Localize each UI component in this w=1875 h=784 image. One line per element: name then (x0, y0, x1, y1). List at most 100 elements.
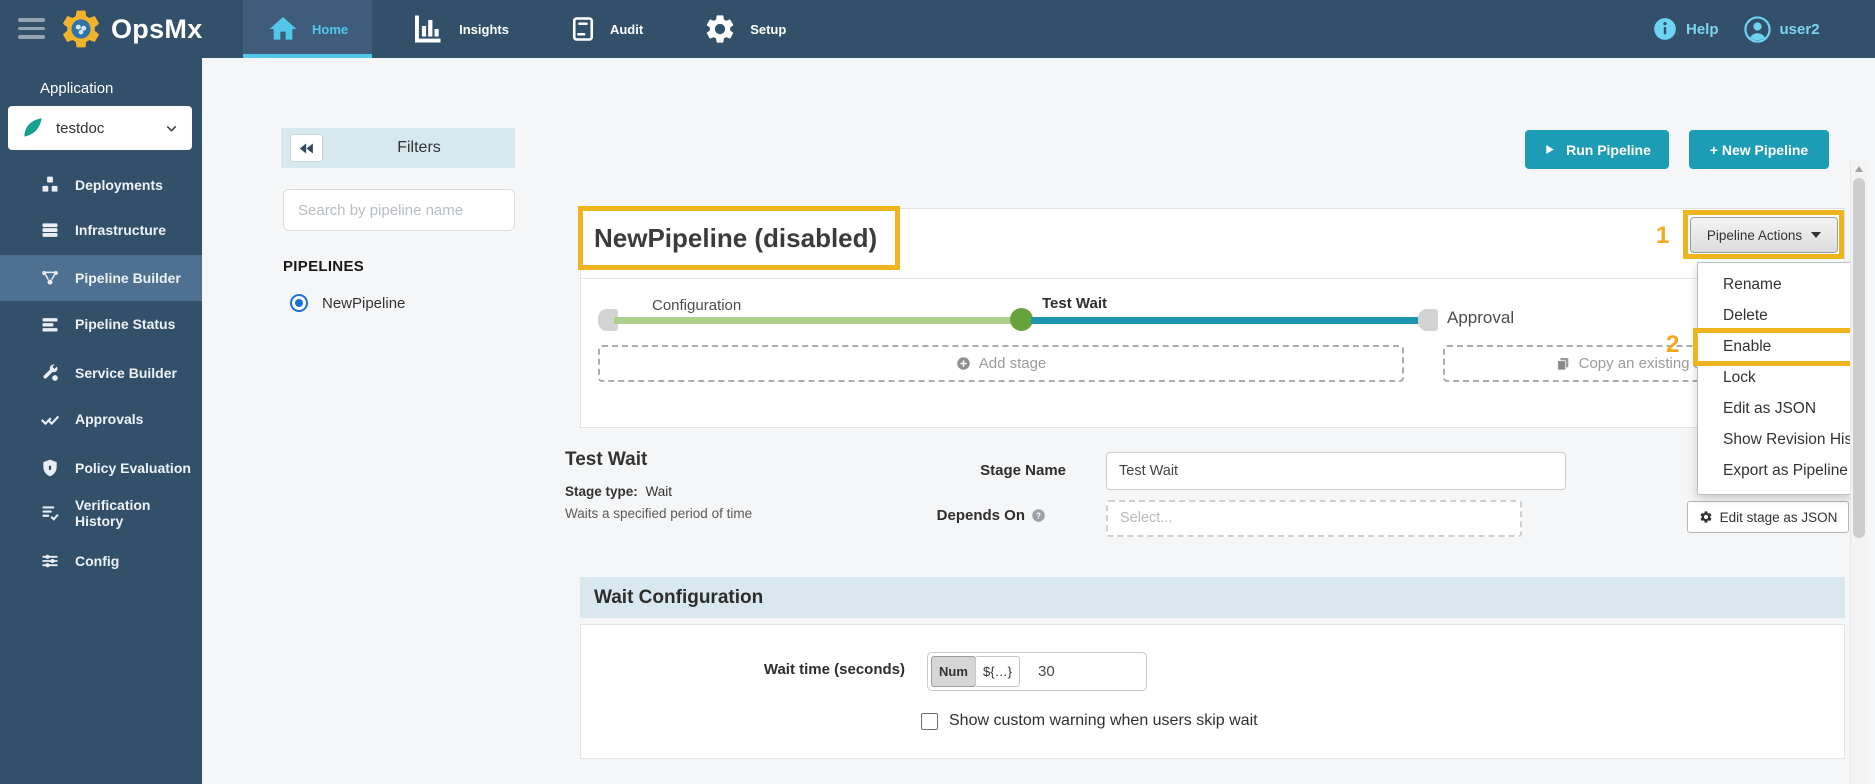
sidebar-item-approvals[interactable]: Approvals (0, 396, 202, 442)
stage-node-test-wait[interactable] (1010, 308, 1033, 331)
stage-node-approval[interactable] (1418, 309, 1438, 331)
run-pipeline-button[interactable]: Run Pipeline (1525, 130, 1669, 169)
add-stage-label: Add stage (978, 355, 1047, 372)
help-button[interactable]: Help (1652, 16, 1719, 42)
pipeline-name-label: NewPipeline (322, 294, 406, 312)
gear-icon (1700, 511, 1712, 523)
pipeline-actions-button[interactable]: Pipeline Actions (1690, 217, 1838, 253)
tab-home[interactable]: Home (243, 0, 373, 58)
tab-audit[interactable]: Audit (545, 0, 667, 58)
pipeline-list-item-newpipeline[interactable]: NewPipeline (290, 294, 405, 312)
rewind-collapse-icon (299, 143, 313, 153)
sidebar-item-deployments[interactable]: Deployments (0, 162, 202, 208)
menu-item-lock[interactable]: Lock (1698, 362, 1851, 393)
selected-application: testdoc (56, 119, 105, 137)
stage-connector-green (614, 317, 1012, 324)
application-sidebar: Application testdoc Deployments Infrastr… (0, 58, 202, 784)
sidebar-item-label: Config (75, 553, 120, 569)
top-navbar: OpsMx Home Insights Audit Setup Help use… (0, 0, 1875, 58)
vertical-scrollbar[interactable] (1850, 160, 1867, 784)
stage-details-title: Test Wait (565, 449, 648, 470)
info-icon (1654, 18, 1676, 40)
tab-insights[interactable]: Insights (384, 0, 533, 58)
wait-time-label: Wait time (seconds) (763, 661, 905, 678)
pipeline-title: NewPipeline (disabled) (594, 222, 878, 253)
stage-type-line: Stage type: Wait (565, 484, 672, 499)
panel-divider (581, 278, 1844, 279)
menu-item-edit-as-json[interactable]: Edit as JSON (1698, 393, 1851, 424)
username-label: user2 (1779, 20, 1820, 38)
pipeline-actions-menu: Rename Delete Enable Lock Edit as JSON S… (1697, 262, 1852, 495)
user-menu[interactable]: user2 (1743, 15, 1820, 44)
insights-chart-icon (415, 15, 441, 43)
chevron-down-icon (166, 125, 177, 132)
skip-wait-warning-option[interactable]: Show custom warning when users skip wait (921, 712, 1258, 730)
menu-item-delete[interactable]: Delete (1698, 300, 1851, 331)
tab-label: Home (312, 21, 349, 37)
edit-stage-as-json-button[interactable]: Edit stage as JSON (1687, 501, 1849, 533)
wait-time-value[interactable]: 30 (1038, 663, 1055, 680)
stage-type-label: Stage type: (565, 484, 638, 499)
main-nav-tabs: Home Insights Audit Setup (243, 0, 822, 58)
expression-mode-toggle[interactable]: ${…} (975, 656, 1020, 687)
annotation-step-2: 2 (1666, 331, 1680, 358)
sidebar-item-label: Service Builder (75, 365, 177, 381)
pipeline-search-input[interactable] (283, 189, 515, 231)
stage-graph-label-approval[interactable]: Approval (1447, 308, 1514, 328)
application-selector[interactable]: testdoc (8, 106, 192, 150)
add-stage-button[interactable]: Add stage (598, 345, 1404, 382)
sidebar-item-label: Pipeline Builder (75, 270, 181, 286)
scroll-up-arrow-icon[interactable] (1855, 166, 1863, 172)
opsmx-logo: OpsMx (58, 6, 203, 52)
tab-label: Setup (750, 21, 787, 37)
menu-item-rename[interactable]: Rename (1698, 269, 1851, 300)
new-pipeline-label: + New Pipeline (1709, 141, 1809, 158)
menu-item-enable[interactable]: Enable (1698, 331, 1851, 362)
stage-description: Waits a specified period of time (565, 506, 753, 521)
app-leaf-icon (24, 118, 42, 137)
stage-name-input[interactable] (1106, 452, 1566, 490)
sidebar-item-pipeline-builder[interactable]: Pipeline Builder (0, 255, 202, 301)
opsmx-gear-logo-icon (63, 10, 99, 48)
filters-title: Filters (397, 139, 441, 156)
pipeline-actions-label: Pipeline Actions (1706, 227, 1803, 243)
sidebar-item-service-builder[interactable]: Service Builder (0, 350, 202, 396)
tab-label: Insights (459, 21, 509, 37)
stage-graph-label-configuration[interactable]: Configuration (652, 297, 741, 314)
scrollbar-thumb[interactable] (1853, 178, 1865, 538)
sidebar-item-label: Verification History (75, 497, 151, 529)
hamburger-menu-icon[interactable] (18, 18, 46, 40)
sidebar-item-pipeline-status[interactable]: Pipeline Status (0, 301, 202, 347)
sidebar-item-config[interactable]: Config (0, 538, 202, 584)
wait-configuration-header: Wait Configuration (580, 577, 1845, 618)
menu-item-export-as-pipeline[interactable]: Export as Pipeline Template (1698, 455, 1851, 486)
collapse-filters-button[interactable] (290, 134, 323, 162)
stage-name-label: Stage Name (980, 462, 1066, 479)
approvals-icon (40, 415, 60, 426)
pipeline-radio-selected[interactable] (290, 294, 308, 312)
svg-text:?: ? (1036, 511, 1041, 520)
wait-time-input-group: Num ${…} 30 (927, 652, 1147, 691)
tab-setup[interactable]: Setup (679, 0, 810, 58)
wait-configuration-panel (580, 624, 1845, 759)
new-pipeline-button[interactable]: + New Pipeline (1689, 130, 1829, 169)
sidebar-item-policy-evaluation[interactable]: Policy Evaluation (0, 445, 202, 491)
caret-down-icon (1811, 232, 1822, 238)
sidebar-item-label: Policy Evaluation (75, 460, 191, 476)
stage-graph-label-test-wait[interactable]: Test Wait (1042, 295, 1107, 312)
pipeline-builder-icon (42, 271, 58, 285)
skip-wait-warning-checkbox[interactable] (921, 712, 938, 730)
help-tooltip-icon[interactable]: ? (1031, 508, 1046, 523)
stage-connector-teal (1031, 317, 1420, 324)
sidebar-item-verification-history[interactable]: Verification History (0, 490, 202, 536)
home-icon (269, 17, 297, 40)
sidebar-item-infrastructure[interactable]: Infrastructure (0, 207, 202, 253)
verification-history-icon (42, 506, 59, 521)
config-sliders-icon (42, 554, 58, 568)
run-pipeline-label: Run Pipeline (1566, 141, 1651, 158)
depends-on-select[interactable]: Select... (1106, 500, 1522, 537)
menu-item-show-revision-history[interactable]: Show Revision History (1698, 424, 1851, 455)
numeric-mode-toggle[interactable]: Num (931, 656, 976, 687)
audit-book-icon (572, 17, 594, 41)
depends-on-placeholder: Select... (1120, 510, 1173, 526)
